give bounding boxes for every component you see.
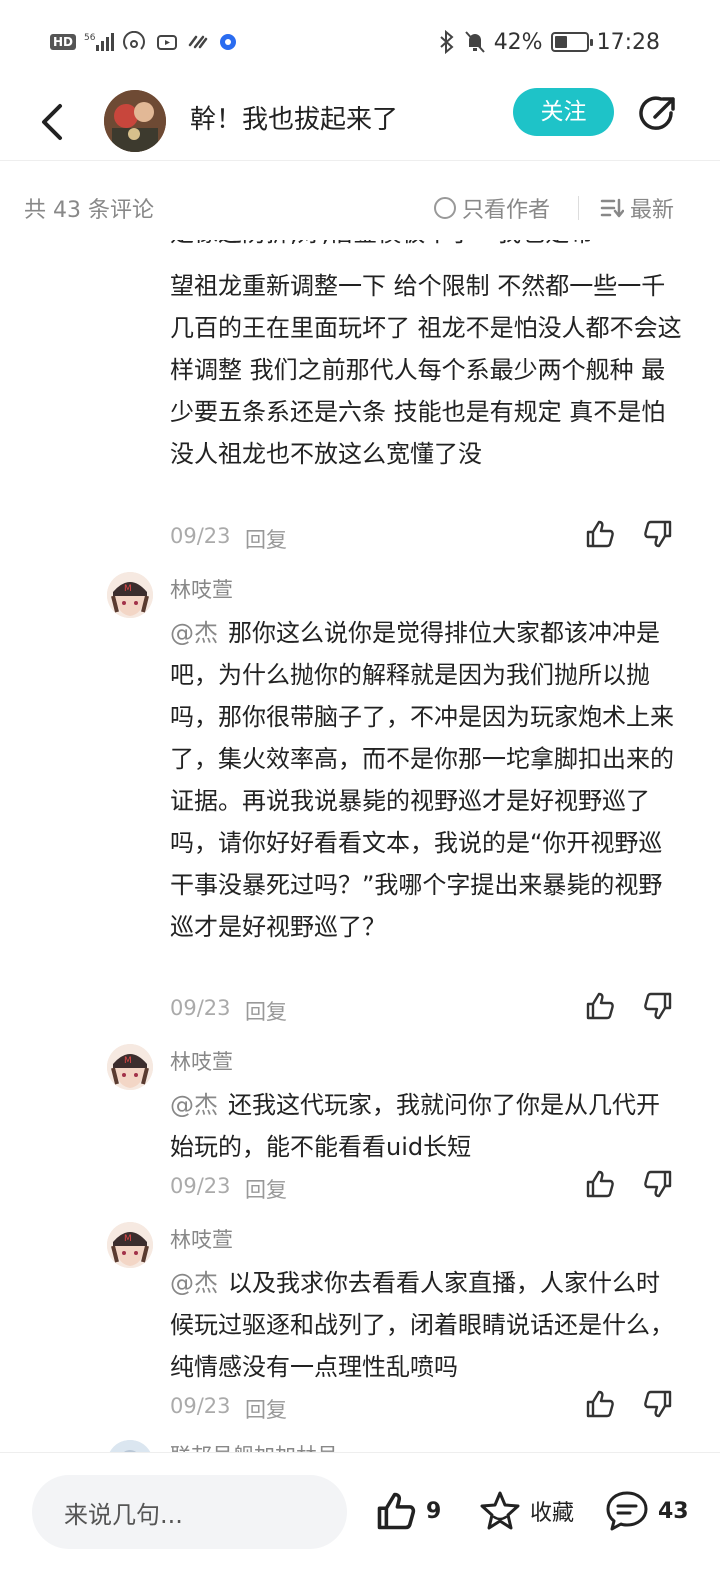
- author-only-toggle[interactable]: 只看作者: [434, 192, 550, 224]
- comment-date: 09/23: [170, 524, 231, 548]
- sort-button[interactable]: 最新: [600, 192, 674, 224]
- comment-text: 望祖龙重新调整一下 给个限制 不然都一些一千几百的王在里面玩坏了 祖龙不是怕没人…: [170, 272, 682, 468]
- comment-meta: 09/23 回复: [170, 992, 682, 1028]
- author-avatar[interactable]: [104, 90, 166, 152]
- svg-text:M: M: [124, 1234, 132, 1244]
- comment-date: 09/23: [170, 996, 231, 1020]
- favorite-label: 收藏: [530, 1501, 575, 1526]
- thumbs-up-icon: [377, 1492, 416, 1530]
- favorite-button[interactable]: 收藏: [478, 1489, 574, 1533]
- commenter-name[interactable]: 林吱萱: [170, 1224, 233, 1254]
- mention[interactable]: @杰: [170, 619, 218, 647]
- share-icon: [639, 96, 675, 130]
- comment-meta: 09/23 回复: [170, 1170, 682, 1206]
- star-icon: [480, 1491, 520, 1530]
- comment-meta: 09/23 回复: [170, 520, 682, 556]
- thumbs-up-icon[interactable]: [584, 1168, 616, 1200]
- tv-icon: [156, 31, 178, 53]
- thumbs-up-icon[interactable]: [584, 518, 616, 550]
- battery-icon: [550, 32, 593, 52]
- comment-bubble-icon: [606, 1491, 648, 1531]
- link-icon: [186, 31, 210, 53]
- clock: 17:28: [596, 29, 660, 55]
- commenter-name[interactable]: 林吱萱: [170, 574, 233, 604]
- author-only-label: 只看作者: [462, 198, 551, 223]
- hotspot-icon: [122, 31, 148, 53]
- reply-button[interactable]: 回复: [245, 996, 287, 1026]
- app-badge-icon: [218, 32, 238, 52]
- commenter-name[interactable]: 林吱萱: [170, 1046, 233, 1076]
- comment-text: @杰 那你这么说你是觉得排位大家都该冲冲是吧，为什么抛你的解释就是因为我们抛所以抛…: [170, 612, 682, 948]
- radio-circle-icon: [434, 197, 456, 219]
- comment-body: 以及我求你去看看人家直播，人家什么时候玩过驱逐和战列了，闭着眼睛说话还是什么，纯…: [170, 1269, 674, 1381]
- toolbar-separator: [578, 196, 579, 220]
- reply-button[interactable]: 回复: [245, 1174, 287, 1204]
- post-header: 幹！我也拔起来了 关注: [0, 84, 720, 160]
- follow-button[interactable]: 关注: [513, 88, 614, 136]
- commenter-name[interactable]: 联邦号舰加加林号: [170, 1440, 338, 1452]
- commenter-avatar[interactable]: [107, 1440, 153, 1452]
- reply-button[interactable]: 回复: [245, 1394, 287, 1424]
- thumbs-down-icon[interactable]: [642, 1388, 674, 1420]
- battery-level: [554, 36, 568, 48]
- svg-text:M: M: [124, 1056, 132, 1066]
- mute-bell-icon: [464, 30, 486, 54]
- comment-meta: 09/23 回复: [170, 1390, 682, 1426]
- reply-button[interactable]: 回复: [245, 524, 287, 554]
- commenter-avatar[interactable]: M: [107, 1222, 153, 1268]
- svg-text:M: M: [124, 584, 132, 594]
- comments-button[interactable]: 43: [604, 1489, 689, 1533]
- thumbs-down-icon[interactable]: [642, 518, 674, 550]
- comment-body: 那你这么说你是觉得排位大家都该冲冲是吧，为什么抛你的解释就是因为我们抛所以抛吗，…: [170, 619, 674, 941]
- bluetooth-icon: [438, 30, 456, 54]
- comment-list[interactable]: 是像这防拆,好,借鉴模板不了一我也是希 望祖龙重新调整一下 给个限制 不然都一些…: [0, 240, 720, 1452]
- thumbs-down-icon[interactable]: [642, 1168, 674, 1200]
- mention[interactable]: @杰: [170, 1091, 218, 1119]
- network-label: 56: [84, 33, 96, 43]
- signal-icon: 56: [84, 31, 115, 53]
- status-right: 42% 17:28: [438, 28, 660, 56]
- thumbs-down-icon[interactable]: [642, 990, 674, 1022]
- battery-percent: 42%: [493, 29, 543, 55]
- status-bar: HD 56 42% 17:28: [0, 0, 720, 84]
- sort-icon: [600, 198, 624, 218]
- mention[interactable]: @杰: [170, 1269, 218, 1297]
- post-title: 幹！我也拔起来了: [190, 105, 399, 135]
- comment-body: 还我这代玩家，我就问你了你是从几代开始玩的，能不能看看uid长短: [170, 1091, 660, 1161]
- commenter-avatar[interactable]: M: [107, 1044, 153, 1090]
- chevron-left-icon: [42, 104, 62, 140]
- comment-count: 共 43 条评论: [24, 198, 154, 223]
- comment-date: 09/23: [170, 1394, 231, 1418]
- hd-icon: HD: [50, 34, 77, 50]
- like-post-button[interactable]: 9: [374, 1489, 441, 1533]
- header-divider: [0, 160, 720, 161]
- back-button[interactable]: [30, 94, 74, 150]
- comment-text: @杰 还我这代玩家，我就问你了你是从几代开始玩的，能不能看看uid长短: [170, 1084, 682, 1168]
- comment-text: @杰 以及我求你去看看人家直播，人家什么时候玩过驱逐和战列了，闭着眼睛说话还是什么…: [170, 1262, 682, 1388]
- comment-text-partial: 是像这防拆,好,借鉴模板不了一我也是希: [170, 240, 682, 254]
- commenter-avatar[interactable]: M: [107, 572, 153, 618]
- thumbs-up-icon[interactable]: [584, 990, 616, 1022]
- sort-label: 最新: [630, 198, 675, 223]
- comments-toolbar: 共 43 条评论 只看作者 最新: [0, 184, 720, 232]
- bottom-action-bar: 来说几句... 9 收藏 43: [0, 1452, 720, 1592]
- comment-input-placeholder: 来说几句...: [64, 1501, 183, 1529]
- status-left: HD 56: [50, 28, 238, 56]
- like-count: 9: [426, 1498, 442, 1524]
- share-button[interactable]: [636, 92, 680, 136]
- thumbs-up-icon[interactable]: [584, 1388, 616, 1420]
- comment-total: 43: [658, 1498, 689, 1524]
- comment-date: 09/23: [170, 1174, 231, 1198]
- comment-input[interactable]: 来说几句...: [32, 1475, 347, 1549]
